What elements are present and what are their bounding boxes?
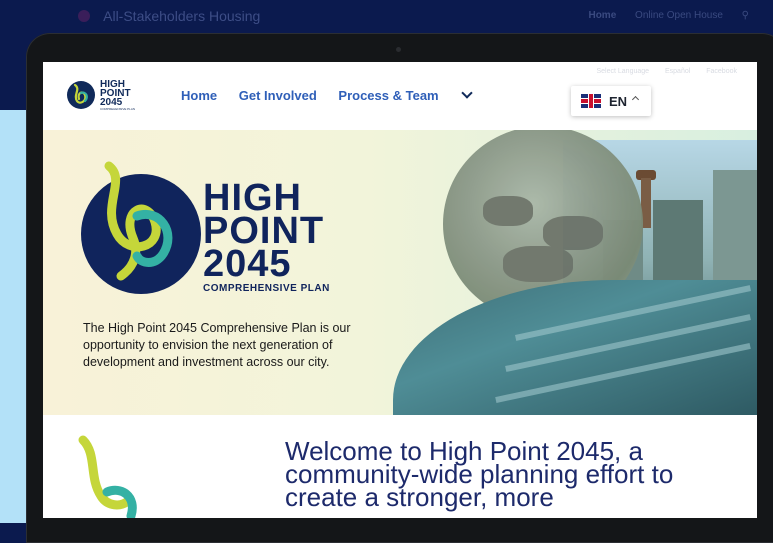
search-icon[interactable]: ⚲ xyxy=(742,10,749,21)
nav-process-team-label: Process & Team xyxy=(338,88,439,103)
outer-site-header: All-Stakeholders Housing Home Online Ope… xyxy=(0,0,773,34)
utility-facebook[interactable]: Facebook xyxy=(706,68,737,75)
site-logo[interactable]: HIGH POINT 2045 COMPREHENSIVE PLAN xyxy=(67,79,147,113)
hero-building-photo xyxy=(393,280,757,415)
logo-word-plan: COMPREHENSIVE PLAN xyxy=(100,107,136,111)
language-code: EN xyxy=(609,94,628,109)
nav-home[interactable]: Home xyxy=(181,88,217,103)
hero-title-line3: 2045 xyxy=(203,243,292,285)
glass-stripe xyxy=(514,285,752,341)
camera-dot xyxy=(396,47,401,52)
glass-stripe xyxy=(505,314,751,372)
outer-brand-logo-icon xyxy=(78,10,90,22)
hero-description: The High Point 2045 Comprehensive Plan i… xyxy=(83,321,351,369)
utility-select-language[interactable]: Select Language xyxy=(597,68,650,75)
outer-nav-open-house[interactable]: Online Open House xyxy=(635,10,723,21)
top-utility-links: Select Language Español Facebook xyxy=(583,68,738,75)
hero-logo-mark xyxy=(81,161,201,294)
laptop-screen: HIGH POINT 2045 COMPREHENSIVE PLAN Home … xyxy=(43,62,757,518)
language-selector[interactable]: EN xyxy=(571,86,651,116)
outer-nav-links: Home Online Open House ⚲ xyxy=(572,10,749,21)
chevron-down-icon xyxy=(460,87,473,99)
flag-vertical xyxy=(589,94,593,108)
glass-stripe xyxy=(495,343,751,403)
rock xyxy=(483,196,533,226)
hero-title: HIGH POINT 2045 xyxy=(203,179,324,285)
utility-espanol[interactable]: Español xyxy=(665,68,690,75)
outer-brand[interactable]: All-Stakeholders Housing xyxy=(78,8,260,24)
logo-circle-icon xyxy=(67,81,95,109)
hero-banner: HIGH POINT 2045 COMPREHENSIVE PLAN The H… xyxy=(43,130,757,415)
hero-logo-swirl-icon xyxy=(104,161,173,281)
outer-nav-home[interactable]: Home xyxy=(588,10,616,21)
nav-process-team[interactable]: Process & Team xyxy=(338,87,488,103)
main-nav: Home Get Involved Process & Team xyxy=(181,87,507,103)
logo-swirl-icon xyxy=(73,83,88,104)
welcome-swirl-svg xyxy=(78,435,137,518)
welcome-swirl-icon xyxy=(67,434,147,518)
rock xyxy=(543,216,603,250)
caret-up-icon xyxy=(631,95,640,104)
rock xyxy=(503,246,573,282)
outer-brand-text: All-Stakeholders Housing xyxy=(103,8,261,24)
uk-flag-icon xyxy=(581,94,601,108)
welcome-heading: Welcome to High Point 2045, a community-… xyxy=(285,436,674,512)
hero-subtitle: COMPREHENSIVE PLAN xyxy=(203,283,330,294)
nav-get-involved[interactable]: Get Involved xyxy=(239,88,317,103)
site-header: HIGH POINT 2045 COMPREHENSIVE PLAN Home … xyxy=(43,62,757,130)
